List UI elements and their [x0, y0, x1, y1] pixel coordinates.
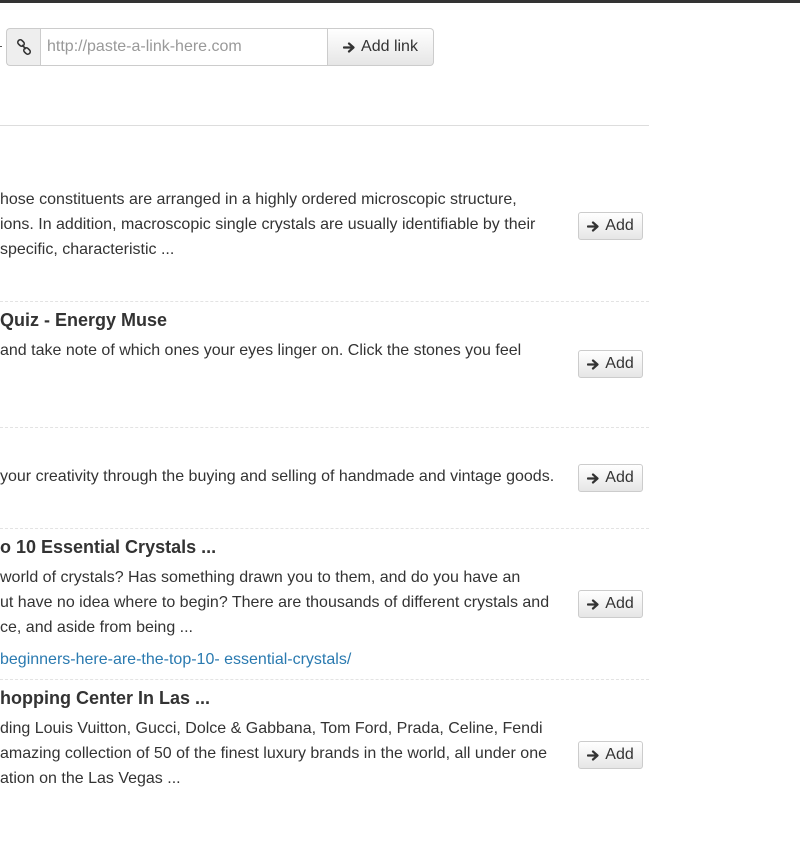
- top-border: [0, 0, 800, 3]
- result-url-link[interactable]: beginners-here-are-the-top-10- essential…: [0, 651, 351, 669]
- result-snippet: specific, characteristic ...: [0, 241, 175, 258]
- add-result-button[interactable]: Add: [578, 350, 643, 378]
- result-separator: [0, 427, 649, 428]
- add-link-label: Add link: [361, 38, 418, 55]
- arrow-right-icon: [587, 358, 600, 371]
- result-snippet: ding Louis Vuitton, Gucci, Dolce & Gabba…: [0, 720, 543, 737]
- result-snippet: ation on the Las Vegas ...: [0, 770, 181, 787]
- result-snippet: amazing collection of 50 of the finest l…: [0, 745, 547, 762]
- result-separator: [0, 679, 649, 680]
- add-result-button[interactable]: Add: [578, 741, 643, 769]
- result-snippet: ce, and aside from being ...: [0, 619, 193, 636]
- add-result-button[interactable]: Add: [578, 212, 643, 240]
- add-label: Add: [605, 469, 634, 486]
- result-title[interactable]: hopping Center In Las ...: [0, 688, 210, 709]
- add-link-button[interactable]: Add link: [328, 28, 434, 66]
- add-link-form: Add link: [6, 28, 434, 66]
- label-edge: [0, 46, 2, 47]
- add-result-button[interactable]: Add: [578, 590, 643, 618]
- link-url-input[interactable]: [40, 28, 328, 66]
- result-snippet: ions. In addition, macroscopic single cr…: [0, 216, 536, 233]
- result-separator: [0, 301, 649, 302]
- result-snippet: hose constituents are arranged in a high…: [0, 191, 517, 208]
- result-snippet: ut have no idea where to begin? There ar…: [0, 594, 550, 611]
- result-title[interactable]: o 10 Essential Crystals ...: [0, 537, 216, 558]
- add-label: Add: [605, 746, 634, 763]
- arrow-right-icon: [587, 598, 600, 611]
- result-snippet: your creativity through the buying and s…: [0, 468, 555, 485]
- arrow-right-icon: [587, 472, 600, 485]
- result-separator: [0, 528, 649, 529]
- add-label: Add: [605, 595, 634, 612]
- section-divider: [0, 125, 649, 126]
- result-title[interactable]: Quiz - Energy Muse: [0, 310, 167, 331]
- add-label: Add: [605, 355, 634, 372]
- add-label: Add: [605, 217, 634, 234]
- arrow-right-icon: [587, 749, 600, 762]
- result-snippet: and take note of which ones your eyes li…: [0, 342, 522, 359]
- add-result-button[interactable]: Add: [578, 464, 643, 492]
- result-snippet: world of crystals? Has something drawn y…: [0, 569, 521, 586]
- arrow-right-icon: [587, 220, 600, 233]
- chain-link-icon: [6, 28, 40, 66]
- arrow-right-icon: [343, 41, 356, 54]
